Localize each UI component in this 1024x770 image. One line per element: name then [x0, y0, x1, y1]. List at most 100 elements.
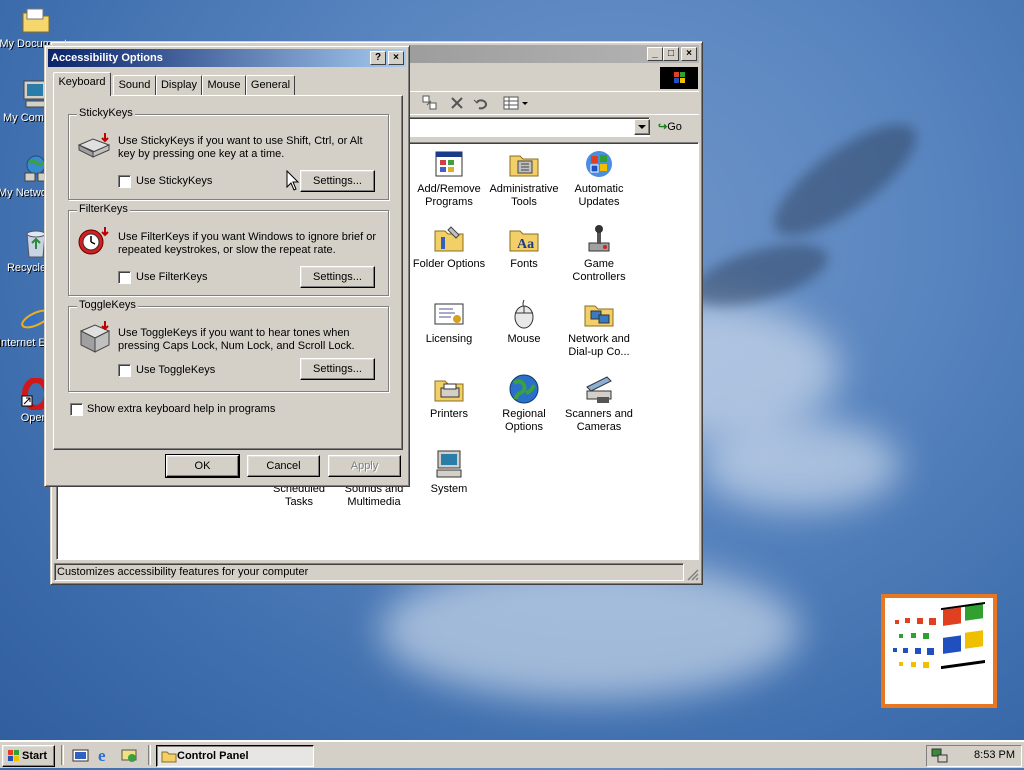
- go-button[interactable]: ↪Go: [658, 118, 696, 136]
- cp-item-label: Printers: [430, 408, 468, 420]
- cp-item-mouse[interactable]: Mouse: [486, 298, 562, 346]
- checkbox-label: Use FilterKeys: [136, 271, 208, 283]
- cancel-button[interactable]: Cancel: [247, 455, 320, 477]
- fonts-icon: Aa: [508, 223, 540, 255]
- tab-display[interactable]: Display: [156, 75, 202, 95]
- group-legend: FilterKeys: [77, 203, 130, 215]
- taskbar: Start e Control Panel 8:53 PM: [0, 740, 1024, 768]
- scanner-icon: [583, 373, 615, 405]
- togglekeys-settings-button[interactable]: Settings...: [300, 358, 375, 380]
- address-dropdown-button[interactable]: [634, 119, 650, 135]
- cp-item-printers[interactable]: Printers: [411, 373, 487, 421]
- outlook-express-quicklaunch-icon[interactable]: [120, 746, 138, 764]
- cp-item-administrative-tools[interactable]: Administrative Tools: [486, 148, 562, 209]
- button-label: Cancel: [266, 460, 301, 472]
- cp-item-label: Scanners and Cameras: [565, 408, 633, 433]
- button-label: Apply: [350, 460, 379, 472]
- show-desktop-icon[interactable]: [72, 747, 90, 765]
- accessibility-options-dialog[interactable]: Accessibility Options ? × Keyboard Sound…: [44, 45, 410, 487]
- togglekeys-icon: [77, 321, 111, 353]
- wallpaper-hand: [760, 102, 930, 258]
- cp-item-automatic-updates[interactable]: Automatic Updates: [561, 148, 637, 209]
- extra-keyboard-help-checkbox[interactable]: [70, 403, 83, 416]
- start-button[interactable]: Start: [2, 745, 55, 767]
- group-description: Use FilterKeys if you want Windows to ig…: [118, 231, 376, 256]
- status-bar: Customizes accessibility features for yo…: [54, 563, 699, 581]
- cp-item-label: Mouse: [507, 333, 541, 345]
- close-button[interactable]: ×: [388, 51, 404, 65]
- checkbox-label: Use StickyKeys: [136, 175, 213, 187]
- globe-icon: [508, 373, 540, 405]
- help-button[interactable]: ?: [370, 51, 386, 65]
- filterkeys-settings-button[interactable]: Settings...: [300, 266, 375, 288]
- network-tray-icon[interactable]: [931, 748, 949, 764]
- system-tray: 8:53 PM: [926, 745, 1022, 767]
- cp-item-regional-options[interactable]: Regional Options: [486, 373, 562, 434]
- tab-label: Sound: [118, 79, 151, 91]
- windows-update-icon: [583, 148, 615, 180]
- resize-grip-icon[interactable]: [685, 567, 699, 581]
- use-filterkeys-checkbox[interactable]: [118, 271, 131, 284]
- stickykeys-settings-button[interactable]: Settings...: [300, 170, 375, 192]
- apply-button[interactable]: Apply: [328, 455, 401, 477]
- mouse-cursor-icon: [286, 169, 300, 192]
- togglekeys-group: ToggleKeys Use ToggleKeys if you want to…: [68, 299, 389, 392]
- use-stickykeys-checkbox[interactable]: [118, 175, 131, 188]
- joystick-icon: [583, 223, 615, 255]
- cp-item-game-controllers[interactable]: Game Controllers: [561, 223, 637, 284]
- wallpaper-cloud: [700, 420, 900, 510]
- tab-mouse[interactable]: Mouse: [202, 75, 246, 95]
- start-label: Start: [22, 750, 48, 762]
- views-icon[interactable]: [503, 95, 529, 111]
- stickykeys-group: StickyKeys Use StickyKeys if you want to…: [68, 107, 389, 200]
- cp-item-system[interactable]: System: [411, 448, 487, 496]
- certificate-icon: [433, 298, 465, 330]
- button-label: Settings...: [313, 175, 362, 187]
- group-legend: ToggleKeys: [77, 299, 138, 311]
- cp-item-licensing[interactable]: Licensing: [411, 298, 487, 346]
- go-arrow-icon: ↪: [658, 121, 668, 133]
- status-text: Customizes accessibility features for yo…: [54, 563, 684, 581]
- tab-label: Mouse: [207, 79, 241, 91]
- cp-item-label: Folder Options: [412, 258, 486, 270]
- windows-flag-icon: [6, 749, 22, 763]
- cp-item-folder-options[interactable]: Folder Options: [411, 223, 487, 271]
- filterkeys-icon: [77, 225, 111, 257]
- dialog-title: Accessibility Options: [51, 52, 163, 64]
- tab-general[interactable]: General: [246, 75, 295, 95]
- checkbox-label: Use ToggleKeys: [136, 364, 216, 376]
- cp-item-label: Administrative Tools: [489, 183, 559, 208]
- use-togglekeys-checkbox[interactable]: [118, 364, 131, 377]
- taskbar-button-control-panel[interactable]: Control Panel: [156, 745, 314, 767]
- cp-item-scanners-cameras[interactable]: Scanners and Cameras: [561, 373, 637, 434]
- quicklaunch-separator: [61, 745, 64, 765]
- cp-item-fonts[interactable]: Aa Fonts: [486, 223, 562, 271]
- windows-logo: [881, 594, 997, 708]
- go-label: Go: [667, 121, 682, 133]
- delete-icon[interactable]: [449, 95, 465, 111]
- ok-button[interactable]: OK: [165, 454, 240, 478]
- dialog-titlebar[interactable]: Accessibility Options ? ×: [48, 49, 406, 67]
- copy-to-icon[interactable]: [425, 95, 441, 111]
- internet-explorer-quicklaunch-icon[interactable]: e: [96, 746, 114, 765]
- windows-throbber: [660, 67, 698, 89]
- button-label: Settings...: [313, 271, 362, 283]
- svg-text:e: e: [98, 746, 106, 764]
- close-button[interactable]: ×: [681, 47, 697, 61]
- cp-item-label: Add/Remove Programs: [417, 183, 481, 208]
- clock[interactable]: 8:53 PM: [974, 749, 1015, 761]
- tab-label: Keyboard: [58, 76, 106, 88]
- group-description: Use ToggleKeys if you want to hear tones…: [118, 327, 355, 352]
- cp-item-network-dialup[interactable]: Network and Dial-up Co...: [561, 298, 637, 359]
- cp-item-add-remove-programs[interactable]: Add/Remove Programs: [411, 148, 487, 209]
- checkbox-label: Show extra keyboard help in programs: [87, 403, 276, 415]
- tab-keyboard[interactable]: Keyboard: [53, 72, 111, 96]
- keyboard-tab-panel: StickyKeys Use StickyKeys if you want to…: [53, 95, 403, 450]
- network-dialup-icon: [583, 298, 615, 330]
- svg-text:e: e: [25, 303, 38, 335]
- tab-sound[interactable]: Sound: [113, 75, 156, 95]
- minimize-button[interactable]: _: [647, 47, 663, 61]
- undo-icon[interactable]: [473, 95, 489, 111]
- maximize-button[interactable]: □: [663, 47, 679, 61]
- add-remove-programs-icon: [433, 148, 465, 180]
